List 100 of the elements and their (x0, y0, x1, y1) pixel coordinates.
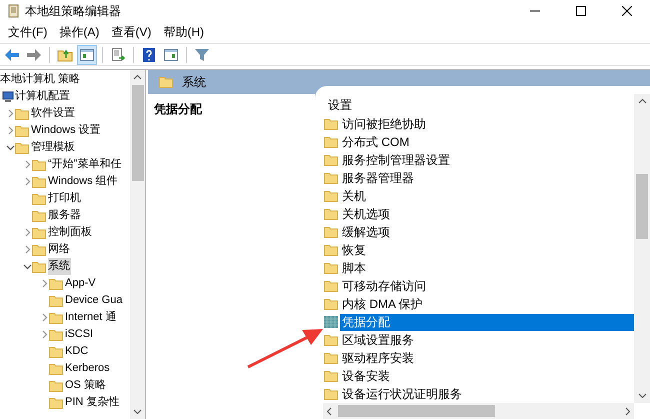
description-title: 凭据分配 (154, 102, 202, 116)
folder-icon (324, 352, 338, 364)
list-item[interactable]: 区域设置服务 (340, 332, 634, 348)
list-item[interactable]: 内核 DMA 保护 (340, 296, 634, 312)
folder-icon (32, 226, 46, 238)
tree-item[interactable]: KDC (65, 343, 90, 360)
folder-icon (324, 334, 338, 346)
computer-icon (2, 90, 14, 102)
tree-item[interactable]: “开始”菜单和任 (48, 156, 122, 173)
chevron-right-icon[interactable] (40, 313, 49, 322)
folder-icon (32, 244, 46, 256)
folder-icon (324, 118, 338, 130)
tree-item[interactable]: 服务器 (48, 207, 82, 224)
tree-item[interactable]: Device Gua (65, 292, 124, 309)
folder-icon (49, 362, 63, 374)
console-tree-icon[interactable] (77, 44, 97, 64)
tree-item[interactable]: 软件设置 (31, 105, 76, 122)
scrollbar-thumb[interactable] (338, 405, 495, 417)
folder-icon (324, 154, 338, 166)
tree-item[interactable]: 打印机 (48, 190, 82, 207)
chevron-right-icon[interactable] (6, 126, 15, 135)
tree-item[interactable]: 本地计算机 策略 (0, 71, 80, 88)
folder-icon (324, 388, 338, 400)
folder-icon (32, 192, 46, 204)
maximize-icon (576, 6, 586, 16)
folder-icon (324, 298, 338, 310)
folder-icon (32, 158, 46, 170)
tree-item[interactable]: iSCSI (65, 326, 94, 343)
tree-item[interactable]: 控制面板 (48, 224, 93, 241)
list-item[interactable]: 脚本 (340, 260, 634, 276)
tree-item[interactable]: Windows 组件 (48, 173, 119, 190)
chevron-right-icon[interactable] (23, 228, 32, 237)
menu-item[interactable]: 帮助(H) (157, 22, 210, 42)
list-item[interactable]: 可移动存储访问 (340, 278, 634, 294)
chevron-right-icon[interactable] (23, 160, 32, 169)
menu-item[interactable]: 查看(V) (105, 22, 158, 42)
tree-item[interactable]: Internet 通 (65, 309, 118, 326)
folder-icon (32, 210, 46, 222)
list-item[interactable]: 服务器管理器 (340, 170, 634, 186)
folder-icon (32, 260, 46, 272)
folder-icon (159, 76, 173, 88)
window-title: 本地组策略编辑器 (25, 2, 121, 20)
tree-item[interactable]: 网络 (48, 241, 71, 258)
list-item[interactable]: 恢复 (340, 242, 634, 258)
folder-icon (324, 280, 338, 292)
chevron-right-icon[interactable] (6, 109, 15, 118)
folder-icon (324, 208, 338, 220)
scrollbar[interactable] (130, 70, 145, 419)
folder-icon (15, 108, 29, 120)
list-item[interactable]: 分布式 COM (340, 134, 634, 150)
scrollbar[interactable] (634, 94, 650, 403)
folder-icon (324, 190, 338, 202)
horizontal-scrollbar[interactable] (323, 403, 634, 419)
list-item[interactable]: 关机选项 (340, 206, 634, 222)
folder-icon (49, 328, 63, 340)
folder-icon (32, 176, 46, 188)
chevron-right-icon[interactable] (40, 279, 49, 288)
folder-icon (49, 294, 63, 306)
scroll-icon (7, 4, 20, 18)
list-item[interactable]: 关机 (340, 188, 634, 204)
folder-icon (49, 380, 63, 392)
folder-icon (49, 312, 63, 324)
close-icon (622, 6, 632, 16)
folder-icon (324, 172, 338, 184)
list-item[interactable]: 驱动程序安装 (340, 350, 634, 366)
folder-icon (324, 262, 338, 274)
folder-icon (324, 370, 338, 382)
folder-icon (49, 396, 63, 408)
folder-icon (324, 244, 338, 256)
chevron-down-icon[interactable] (6, 143, 15, 152)
policy-folder-icon (324, 316, 338, 328)
list-item[interactable]: 设备运行状况证明服务 (340, 386, 634, 402)
chevron-right-icon[interactable] (40, 330, 49, 339)
chevron-right-icon[interactable] (23, 245, 32, 254)
chevron-down-icon[interactable] (23, 262, 32, 271)
list-item[interactable]: 服务控制管理器设置 (340, 152, 634, 168)
tree-item[interactable]: App-V (65, 275, 97, 292)
tree-item[interactable]: 系统 (48, 258, 71, 275)
list-item[interactable]: 设备安装 (340, 368, 634, 384)
tree-item[interactable]: PIN 复杂性 (65, 394, 120, 411)
list-item[interactable]: 访问被拒绝协助 (340, 116, 634, 132)
tree-item[interactable]: 计算机配置 (15, 88, 71, 105)
folder-icon (49, 278, 63, 290)
list-item[interactable]: 凭据分配 (340, 314, 634, 330)
scrollbar-thumb[interactable] (132, 85, 144, 181)
folder-icon (15, 142, 29, 154)
menu-item[interactable]: 操作(A) (53, 22, 106, 42)
tree-item[interactable]: 管理模板 (31, 139, 76, 156)
menu-item[interactable]: 文件(F) (2, 22, 54, 42)
column-header[interactable]: 设置 (328, 96, 352, 114)
folder-icon (324, 226, 338, 238)
list-item[interactable]: 缓解选项 (340, 224, 634, 240)
chevron-right-icon[interactable] (23, 177, 32, 186)
scrollbar-thumb[interactable] (636, 174, 648, 239)
folder-icon (49, 346, 63, 358)
tree-item[interactable]: Kerberos (65, 360, 111, 377)
folder-icon (15, 124, 29, 136)
tree-item[interactable]: Windows 设置 (31, 122, 102, 139)
header-title: 系统 (182, 74, 206, 91)
tree-item[interactable]: OS 策略 (65, 377, 107, 394)
